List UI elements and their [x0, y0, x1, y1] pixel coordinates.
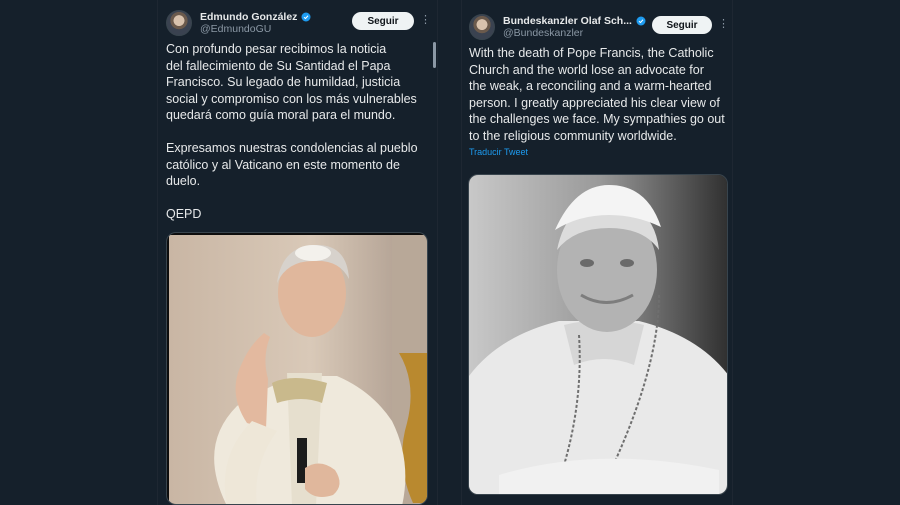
author-block: Edmundo González @EdmundoGU — [200, 11, 311, 35]
author-name[interactable]: Edmundo González — [200, 11, 297, 23]
pope-portrait-bw-photo[interactable] — [468, 174, 728, 495]
author-name-row[interactable]: Bundeskanzler Olaf Sch... — [503, 15, 646, 27]
tweet-card-left: Edmundo González @EdmundoGU Seguir ⋮ Con… — [157, 0, 438, 505]
verified-badge-icon — [636, 16, 646, 26]
scrollbar-thumb[interactable] — [732, 46, 733, 80]
author-block: Bundeskanzler Olaf Sch... @Bundeskanzler — [503, 15, 646, 39]
tweet-card-right: Bundeskanzler Olaf Sch... @Bundeskanzler… — [461, 0, 733, 505]
author-handle[interactable]: @Bundeskanzler — [503, 27, 646, 39]
author-handle[interactable]: @EdmundoGU — [200, 23, 311, 35]
tweet-text: Con profundo pesar recibimos la noticia … — [166, 42, 418, 221]
follow-button[interactable]: Seguir — [652, 16, 712, 34]
tweet-header: Bundeskanzler Olaf Sch... @Bundeskanzler — [469, 14, 646, 40]
verified-badge-icon — [301, 12, 311, 22]
more-options-icon[interactable]: ⋮ — [718, 19, 729, 30]
pope-portrait-illustration — [469, 175, 727, 494]
avatar[interactable] — [166, 10, 192, 36]
avatar[interactable] — [469, 14, 495, 40]
pope-waving-photo[interactable] — [166, 232, 428, 505]
author-name-row[interactable]: Edmundo González — [200, 11, 311, 23]
pope-waving-illustration — [169, 235, 427, 504]
tweet-text: With the death of Pope Francis, the Cath… — [469, 46, 725, 143]
author-name[interactable]: Bundeskanzler Olaf Sch... — [503, 15, 632, 27]
follow-button[interactable]: Seguir — [352, 12, 414, 30]
more-options-icon[interactable]: ⋮ — [420, 15, 431, 26]
tweet-header: Edmundo González @EdmundoGU — [166, 10, 311, 36]
translate-tweet-link[interactable]: Traducir Tweet — [469, 147, 528, 157]
